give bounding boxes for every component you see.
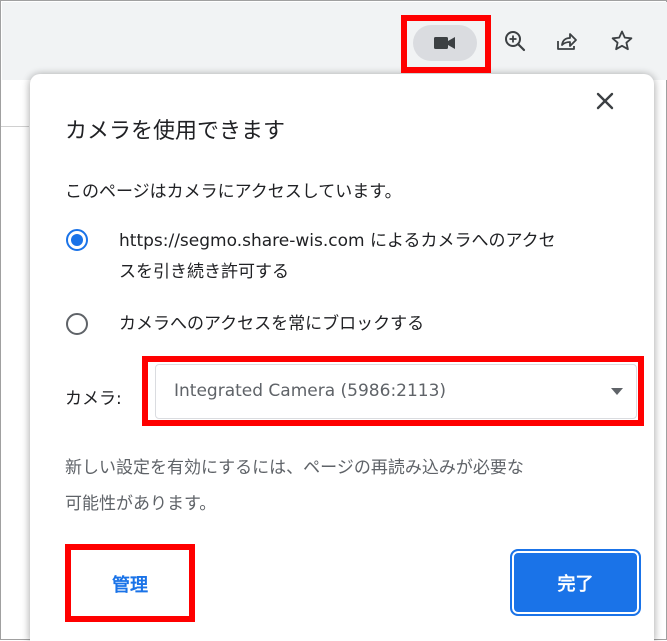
reload-notice: 新しい設定を有効にするには、ページの再読み込みが必要な 可能性があります。 bbox=[65, 450, 655, 522]
bookmark-star-icon bbox=[611, 30, 633, 51]
reload-notice-line2: 可能性があります。 bbox=[65, 494, 217, 514]
reload-notice-line1: 新しい設定を有効にするには、ページの再読み込みが必要な bbox=[65, 458, 524, 478]
zoom-button[interactable] bbox=[499, 2, 531, 80]
allow-radio[interactable] bbox=[66, 229, 88, 251]
close-icon bbox=[596, 92, 614, 110]
block-option-label[interactable]: カメラへのアクセスを常にブロックする bbox=[119, 309, 424, 340]
camera-select-label: カメラ: bbox=[65, 389, 122, 409]
browser-toolbar bbox=[2, 2, 667, 80]
block-radio[interactable] bbox=[66, 313, 88, 335]
close-button[interactable] bbox=[593, 89, 617, 113]
manage-button[interactable]: 管理 bbox=[73, 554, 187, 614]
done-button[interactable]: 完了 bbox=[510, 549, 641, 616]
chevron-down-icon bbox=[611, 388, 623, 395]
camera-indicator-button[interactable] bbox=[413, 25, 477, 61]
popup-description: このページはカメラにアクセスしています。 bbox=[65, 182, 402, 202]
share-button[interactable] bbox=[549, 2, 583, 80]
allow-option-line1: https://segmo.share-wis.com によるカメラへのアクセ bbox=[119, 231, 556, 251]
zoom-icon bbox=[505, 31, 526, 52]
camera-select[interactable]: Integrated Camera (5986:2113) bbox=[155, 364, 637, 419]
allow-option-label[interactable]: https://segmo.share-wis.com によるカメラへのアクセ … bbox=[119, 226, 556, 288]
allow-option-line2: スを引き続き許可する bbox=[119, 262, 289, 282]
camera-icon bbox=[434, 37, 455, 49]
page-content-divider bbox=[1, 126, 29, 127]
browser-window: カメラを使用できます このページはカメラにアクセスしています。 https://… bbox=[0, 0, 667, 641]
bookmark-button[interactable] bbox=[606, 2, 638, 80]
share-icon bbox=[557, 33, 577, 50]
popup-title: カメラを使用できます bbox=[65, 119, 286, 144]
camera-select-value: Integrated Camera (5986:2113) bbox=[174, 381, 447, 401]
